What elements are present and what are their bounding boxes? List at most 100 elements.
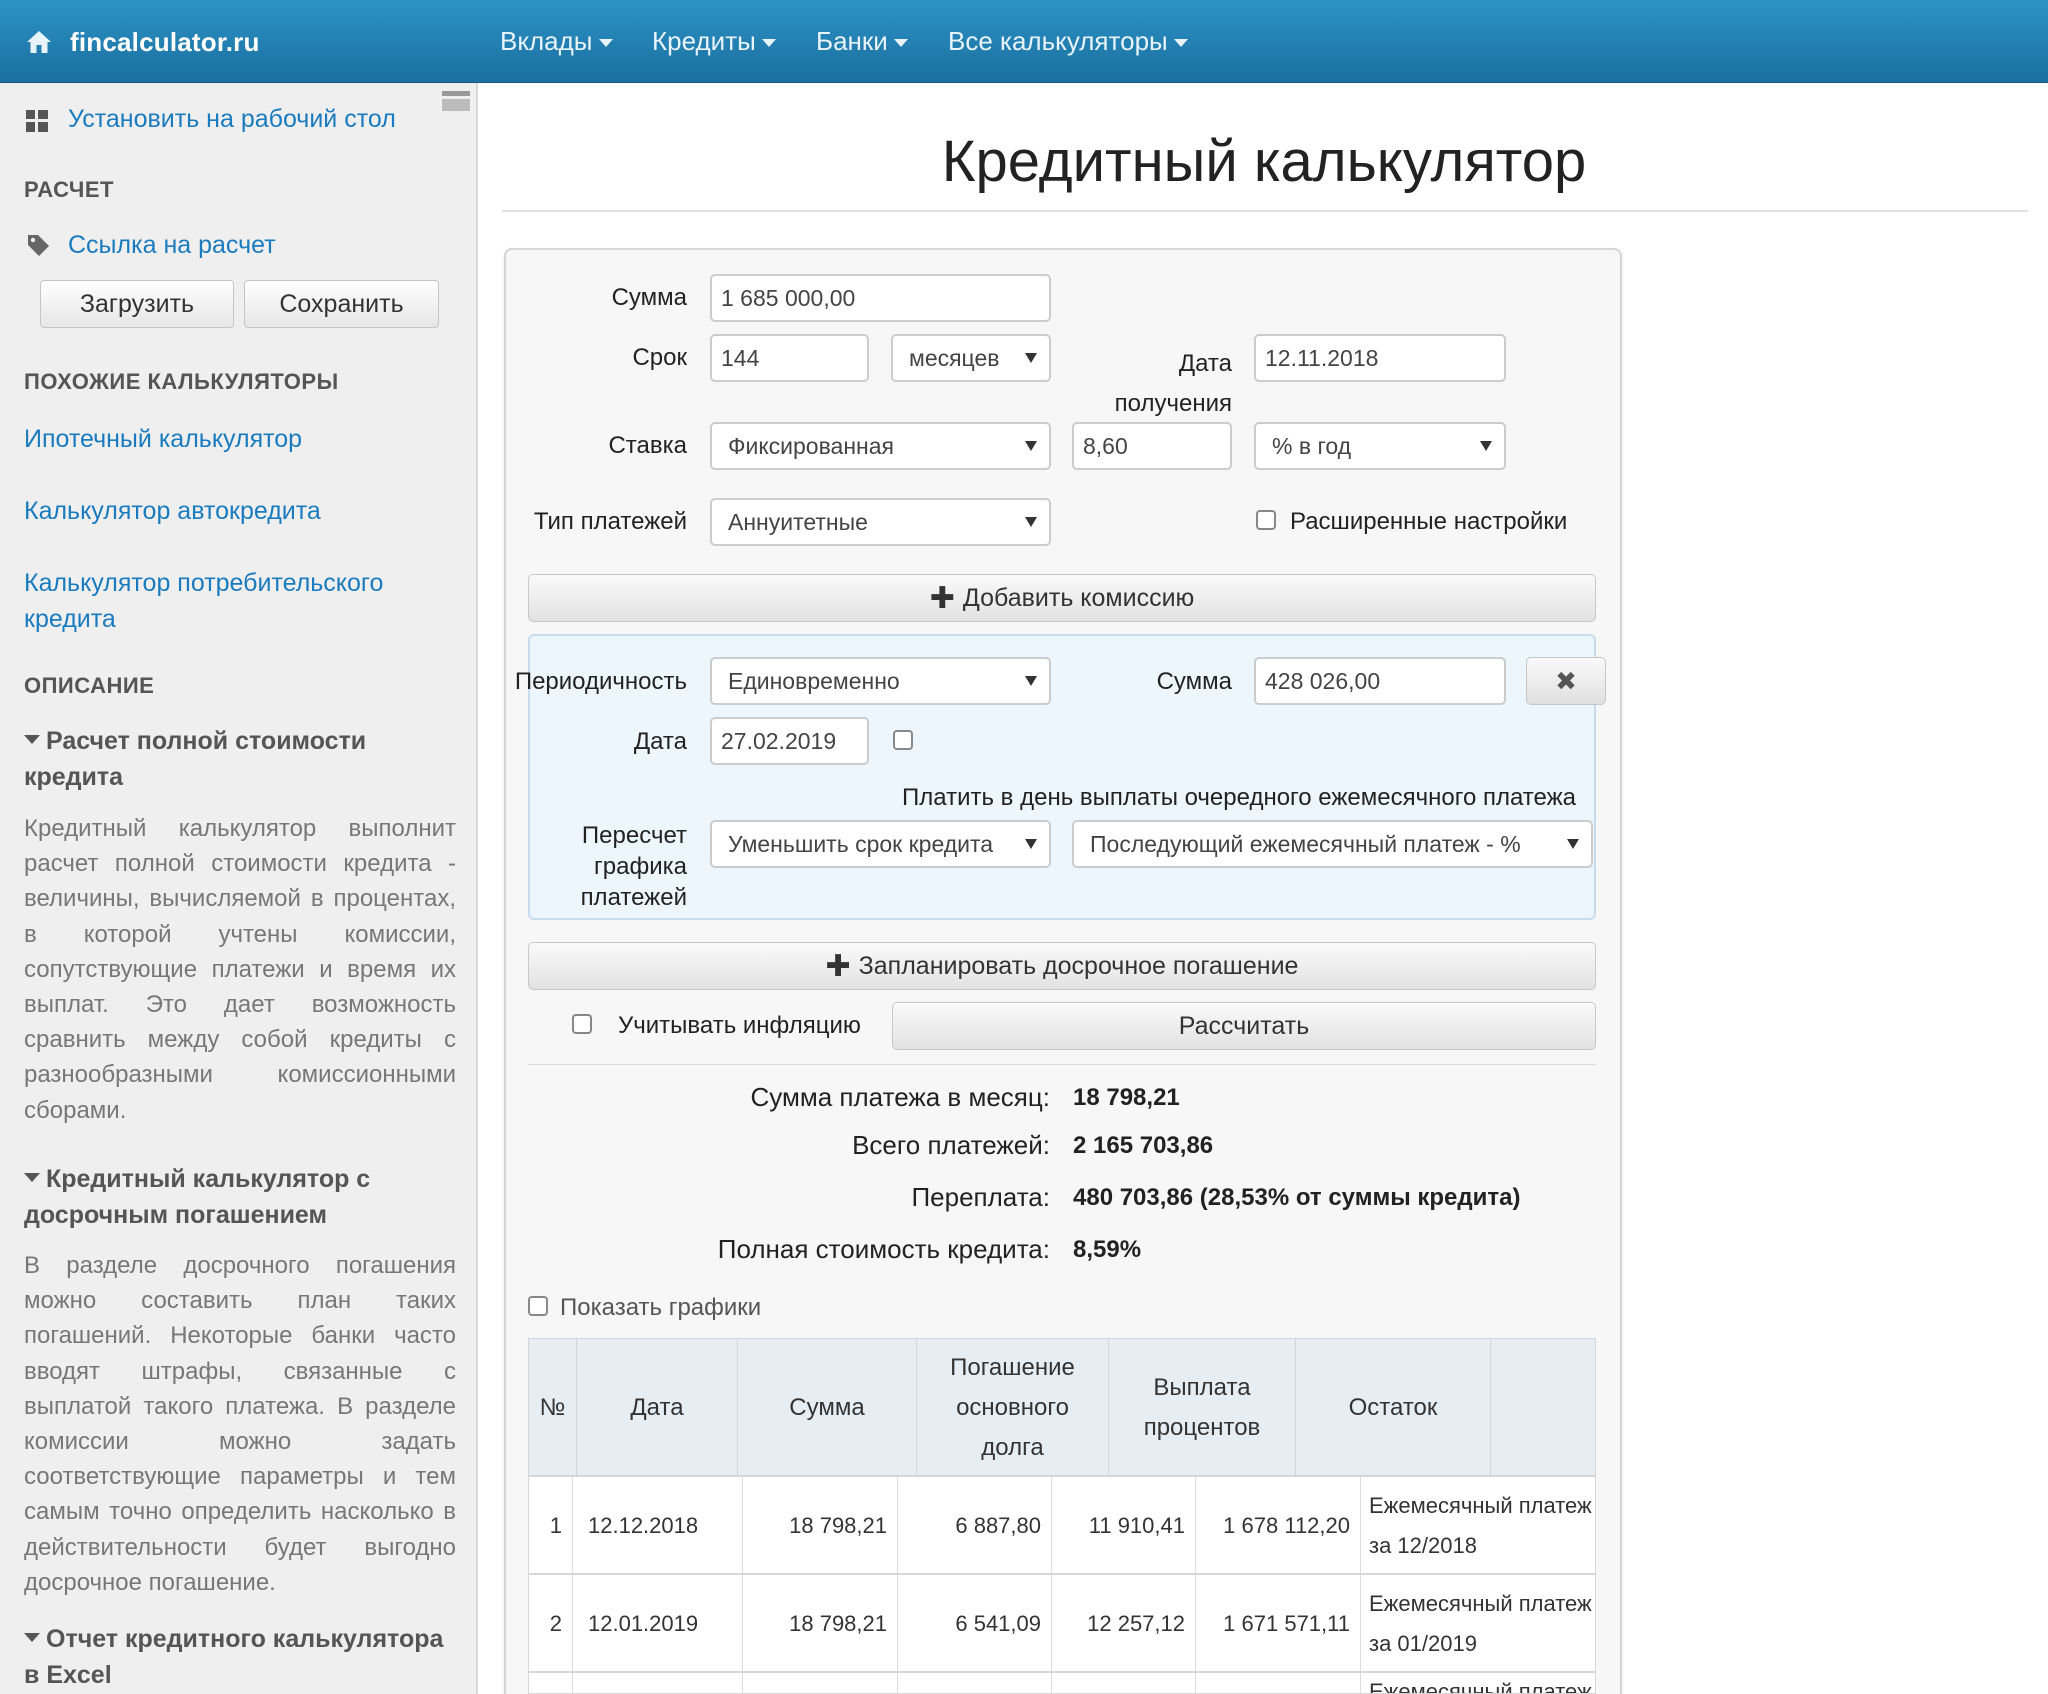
collapse-sidebar-icon[interactable] xyxy=(442,91,470,111)
rate-unit-value: % в год xyxy=(1272,432,1352,459)
cell-number xyxy=(529,1673,573,1693)
section-excel-title[interactable]: Отчет кредитного калькулятора в Excel xyxy=(24,1621,464,1693)
full-cost-label: Полная стоимость кредита: xyxy=(717,1234,1050,1264)
term-unit-value: месяцев xyxy=(909,344,1000,371)
sum-input[interactable]: 1 685 000,00 xyxy=(710,274,1051,322)
term-input[interactable]: 144 xyxy=(710,334,869,382)
title-divider xyxy=(502,210,2028,212)
rate-type-select[interactable]: Фиксированная xyxy=(710,422,1051,470)
overpayment-value: 480 703,86 (28,53% от суммы кредита) xyxy=(1073,1184,1521,1211)
rate-unit-select[interactable]: % в год xyxy=(1254,422,1506,470)
payment-type-label: Тип платежей xyxy=(533,508,687,535)
nav-deposits[interactable]: Вклады xyxy=(500,20,613,62)
section-full-cost-text: Кредитный калькулятор выполнит расчет по… xyxy=(24,815,456,1124)
collapse-triangle-icon xyxy=(24,734,40,744)
pay-on-day-label: Платить в день выплаты очередного ежемес… xyxy=(902,784,1576,811)
home-icon xyxy=(27,31,51,53)
cell-date xyxy=(573,1673,743,1693)
cell-interest: 11 910,41 xyxy=(1052,1477,1196,1575)
nav-banks[interactable]: Банки xyxy=(816,20,908,62)
add-commission-button[interactable]: ✚ Добавить комиссию xyxy=(528,574,1596,622)
caret-down-icon xyxy=(893,38,908,47)
col-header-principal: Погашение основного долга xyxy=(917,1339,1109,1477)
dropdown-arrow-icon xyxy=(1025,517,1037,527)
remove-commission-button[interactable]: ✖ xyxy=(1526,657,1606,705)
recalc-option-value: Последующий ежемесячный платеж - % xyxy=(1090,830,1521,857)
pay-on-day-checkbox[interactable] xyxy=(893,730,913,750)
col-header-date: Дата xyxy=(577,1339,738,1477)
load-button[interactable]: Загрузить xyxy=(40,280,234,328)
schedule-table-header: № Дата Сумма Погашение основного долга В… xyxy=(528,1338,1596,1477)
caret-down-icon xyxy=(598,38,613,47)
date-label: Дата получения xyxy=(1114,350,1232,417)
plan-prepayment-label: Запланировать досрочное погашение xyxy=(858,951,1299,980)
cell-principal: 6 887,80 xyxy=(898,1477,1052,1575)
advanced-settings-checkbox[interactable] xyxy=(1256,510,1276,530)
cell-note: Ежемесячный платеж за 12/2018 xyxy=(1369,1493,1592,1558)
recalc-option-select[interactable]: Последующий ежемесячный платеж - % xyxy=(1072,820,1593,868)
cell-sum: 18 798,21 xyxy=(743,1477,898,1575)
section-title-text: Отчет кредитного калькулятора в Excel xyxy=(24,1625,444,1689)
rate-type-value: Фиксированная xyxy=(728,432,894,459)
section-title-text: Кредитный калькулятор с досрочным погаше… xyxy=(24,1165,371,1229)
plus-icon: ✚ xyxy=(825,949,851,983)
inflation-label: Учитывать инфляцию xyxy=(618,1012,861,1039)
calc-link[interactable]: Ссылка на расчет xyxy=(68,231,276,260)
brand-link[interactable]: fincalculator.ru xyxy=(26,22,260,62)
cell-sum: 18 798,21 xyxy=(743,1575,898,1673)
total-payments-value: 2 165 703,86 xyxy=(1073,1132,1214,1159)
date-input[interactable]: 12.11.2018 xyxy=(1254,334,1506,382)
similar-link-mortgage[interactable]: Ипотечный калькулятор xyxy=(24,425,302,454)
rate-input[interactable]: 8,60 xyxy=(1072,422,1232,470)
description-heading: ОПИСАНИЕ xyxy=(24,673,155,698)
show-charts-checkbox[interactable] xyxy=(528,1296,548,1316)
cell-number: 1 xyxy=(529,1477,573,1575)
commission-date-input[interactable]: 27.02.2019 xyxy=(710,717,869,765)
monthly-payment-label: Сумма платежа в месяц: xyxy=(750,1082,1050,1112)
section-title-text: Расчет полной стоимости кредита xyxy=(24,727,367,791)
dropdown-arrow-icon xyxy=(1025,353,1037,363)
calc-heading: РАСЧЕТ xyxy=(24,177,114,202)
section-prepayment-text: В разделе досрочного погашения можно сос… xyxy=(24,1252,456,1596)
cell-balance: 1 671 571,11 xyxy=(1196,1575,1361,1673)
install-desktop-link[interactable]: Установить на рабочий стол xyxy=(68,105,396,134)
similar-link-auto[interactable]: Калькулятор автокредита xyxy=(24,497,321,526)
nav-credits[interactable]: Кредиты xyxy=(652,20,776,62)
recalc-select[interactable]: Уменьшить срок кредита xyxy=(710,820,1051,868)
table-row: 2 12.01.2019 18 798,21 6 541,09 12 257,1… xyxy=(528,1574,1596,1673)
calculate-button[interactable]: Рассчитать xyxy=(892,1002,1596,1050)
commission-sum-input[interactable]: 428 026,00 xyxy=(1254,657,1506,705)
section-full-cost-title[interactable]: Расчет полной стоимости кредита xyxy=(24,723,464,795)
inflation-checkbox[interactable] xyxy=(572,1014,592,1034)
col-header-number: № xyxy=(529,1339,577,1477)
sidebar: Установить на рабочий стол РАСЧЕТ Ссылка… xyxy=(0,83,478,1694)
sum-label: Сумма xyxy=(611,284,687,311)
top-navbar: fincalculator.ru Вклады Кредиты Банки Вс… xyxy=(0,0,2048,83)
dropdown-arrow-icon xyxy=(1025,441,1037,451)
term-unit-select[interactable]: месяцев xyxy=(891,334,1051,382)
collapse-triangle-icon xyxy=(24,1632,40,1642)
caret-down-icon xyxy=(1173,38,1188,47)
save-button[interactable]: Сохранить xyxy=(244,280,439,328)
similar-link-consumer[interactable]: Калькулятор потребительского кредита xyxy=(24,565,424,637)
nav-banks-label: Банки xyxy=(816,25,888,56)
brand-name: fincalculator.ru xyxy=(70,26,260,57)
cell-principal: 6 541,09 xyxy=(898,1575,1052,1673)
monthly-payment-value: 18 798,21 xyxy=(1073,1084,1180,1111)
cell-sum xyxy=(743,1673,898,1693)
tag-icon xyxy=(28,235,49,256)
payment-type-select[interactable]: Аннуитетные xyxy=(710,498,1051,546)
col-header-balance: Остаток xyxy=(1296,1339,1491,1477)
col-header-sum: Сумма xyxy=(738,1339,917,1477)
commission-period-select[interactable]: Единовременно xyxy=(710,657,1051,705)
commission-sum-label: Сумма xyxy=(1156,668,1232,695)
nav-all-calculators[interactable]: Все калькуляторы xyxy=(948,20,1188,62)
cell-interest: 12 257,12 xyxy=(1052,1575,1196,1673)
total-payments-label: Всего платежей: xyxy=(852,1130,1050,1160)
similar-heading: ПОХОЖИЕ КАЛЬКУЛЯТОРЫ xyxy=(24,369,339,394)
cell-date: 12.12.2018 xyxy=(573,1477,743,1575)
section-prepayment-title[interactable]: Кредитный калькулятор с досрочным погаше… xyxy=(24,1161,464,1233)
dropdown-arrow-icon xyxy=(1480,441,1492,451)
dropdown-arrow-icon xyxy=(1025,676,1037,686)
plan-prepayment-button[interactable]: ✚ Запланировать досрочное погашение xyxy=(528,942,1596,990)
